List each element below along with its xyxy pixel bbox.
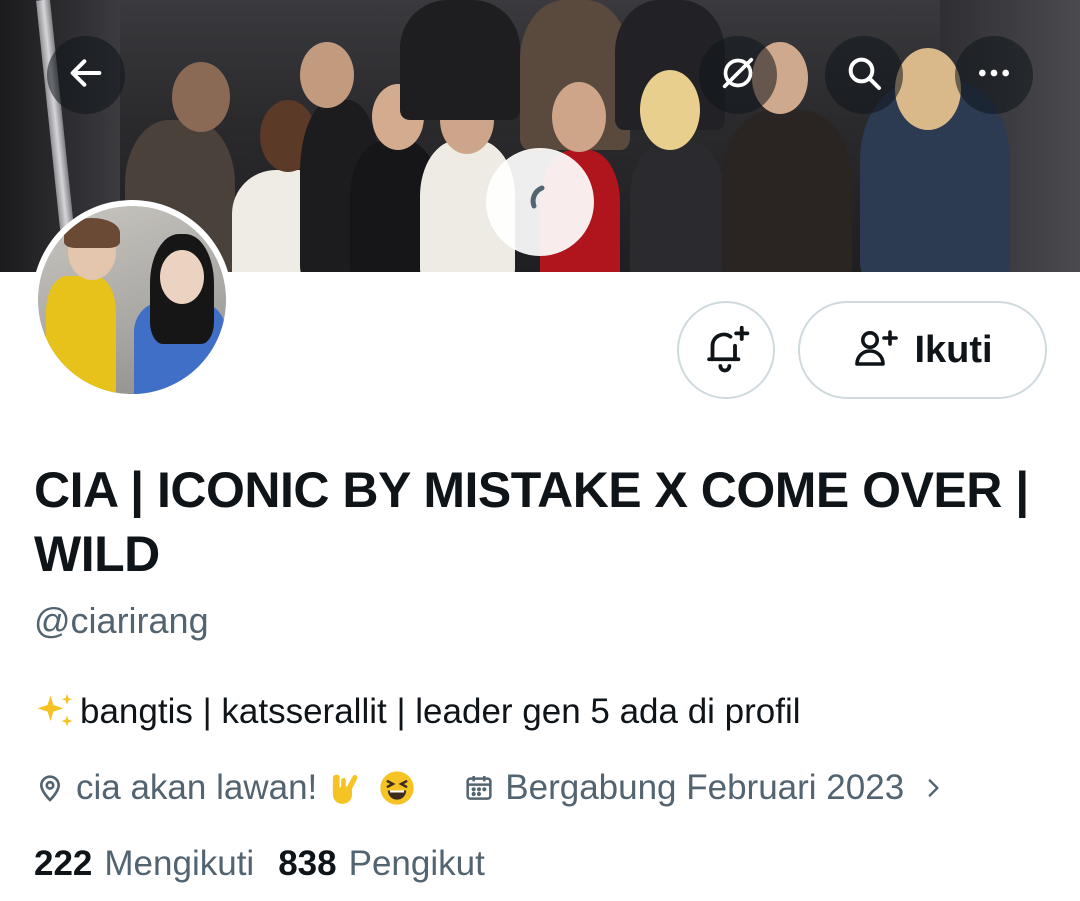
translate-button[interactable] <box>699 36 777 114</box>
rock-on-hand-icon <box>327 768 367 808</box>
join-date-text: Bergabung Februari 2023 <box>505 768 905 807</box>
banner-figure <box>630 140 725 272</box>
location-text: cia akan lawan! <box>76 768 318 807</box>
avatar-image <box>38 206 226 394</box>
following-count: 222 <box>34 844 93 883</box>
grinning-squinting-face-icon <box>377 768 417 808</box>
follow-stats: 222 Mengikuti 838 Pengikut <box>34 844 485 884</box>
more-button[interactable] <box>955 36 1033 114</box>
profile-avatar[interactable] <box>32 200 232 400</box>
notifications-button[interactable] <box>677 301 775 399</box>
follow-button-label: Ikuti <box>914 328 993 371</box>
avatar-figure-left <box>46 276 116 394</box>
followers-label: Pengikut <box>348 844 485 883</box>
spinner-icon <box>520 180 560 225</box>
banner-figure <box>400 0 520 120</box>
bio-text: bangtis | katsserallit | leader gen 5 ad… <box>80 692 801 731</box>
following-link[interactable]: 222 Mengikuti <box>34 844 254 884</box>
add-person-icon <box>852 324 900 377</box>
loading-spinner <box>486 148 594 256</box>
calendar-icon <box>463 772 495 804</box>
translate-icon <box>718 53 758 98</box>
profile-bio: bangtis | katsserallit | leader gen 5 ad… <box>34 690 801 734</box>
back-arrow-icon <box>66 53 106 98</box>
search-button[interactable] <box>825 36 903 114</box>
display-name: CIA | ICONIC BY MISTAKE X COME OVER | WI… <box>34 462 1029 582</box>
banner-figure-head <box>552 82 606 152</box>
banner-figure-head <box>895 48 961 130</box>
following-label: Mengikuti <box>104 844 255 883</box>
back-button[interactable] <box>47 36 125 114</box>
location: cia akan lawan! <box>34 768 417 808</box>
user-handle: @ciarirang <box>34 600 209 641</box>
avatar-figure-right-head <box>160 250 204 304</box>
banner-figure <box>722 110 852 272</box>
chevron-right-icon <box>920 775 946 801</box>
more-icon <box>974 53 1014 98</box>
follow-button[interactable]: Ikuti <box>798 301 1047 399</box>
profile-meta: cia akan lawan! Bergabung Februari 2023 <box>34 766 946 810</box>
search-icon <box>844 53 884 98</box>
sparkles-icon <box>34 690 78 734</box>
join-date[interactable]: Bergabung Februari 2023 <box>463 768 946 808</box>
location-pin-icon <box>34 772 66 804</box>
avatar-figure-left-hair <box>64 218 120 248</box>
bell-plus-icon <box>699 321 753 380</box>
followers-link[interactable]: 838 Pengikut <box>278 844 485 884</box>
followers-count: 838 <box>278 844 337 883</box>
banner-figure-head <box>640 70 700 150</box>
banner-figure-head <box>300 42 354 108</box>
banner-figure-head <box>172 62 230 132</box>
